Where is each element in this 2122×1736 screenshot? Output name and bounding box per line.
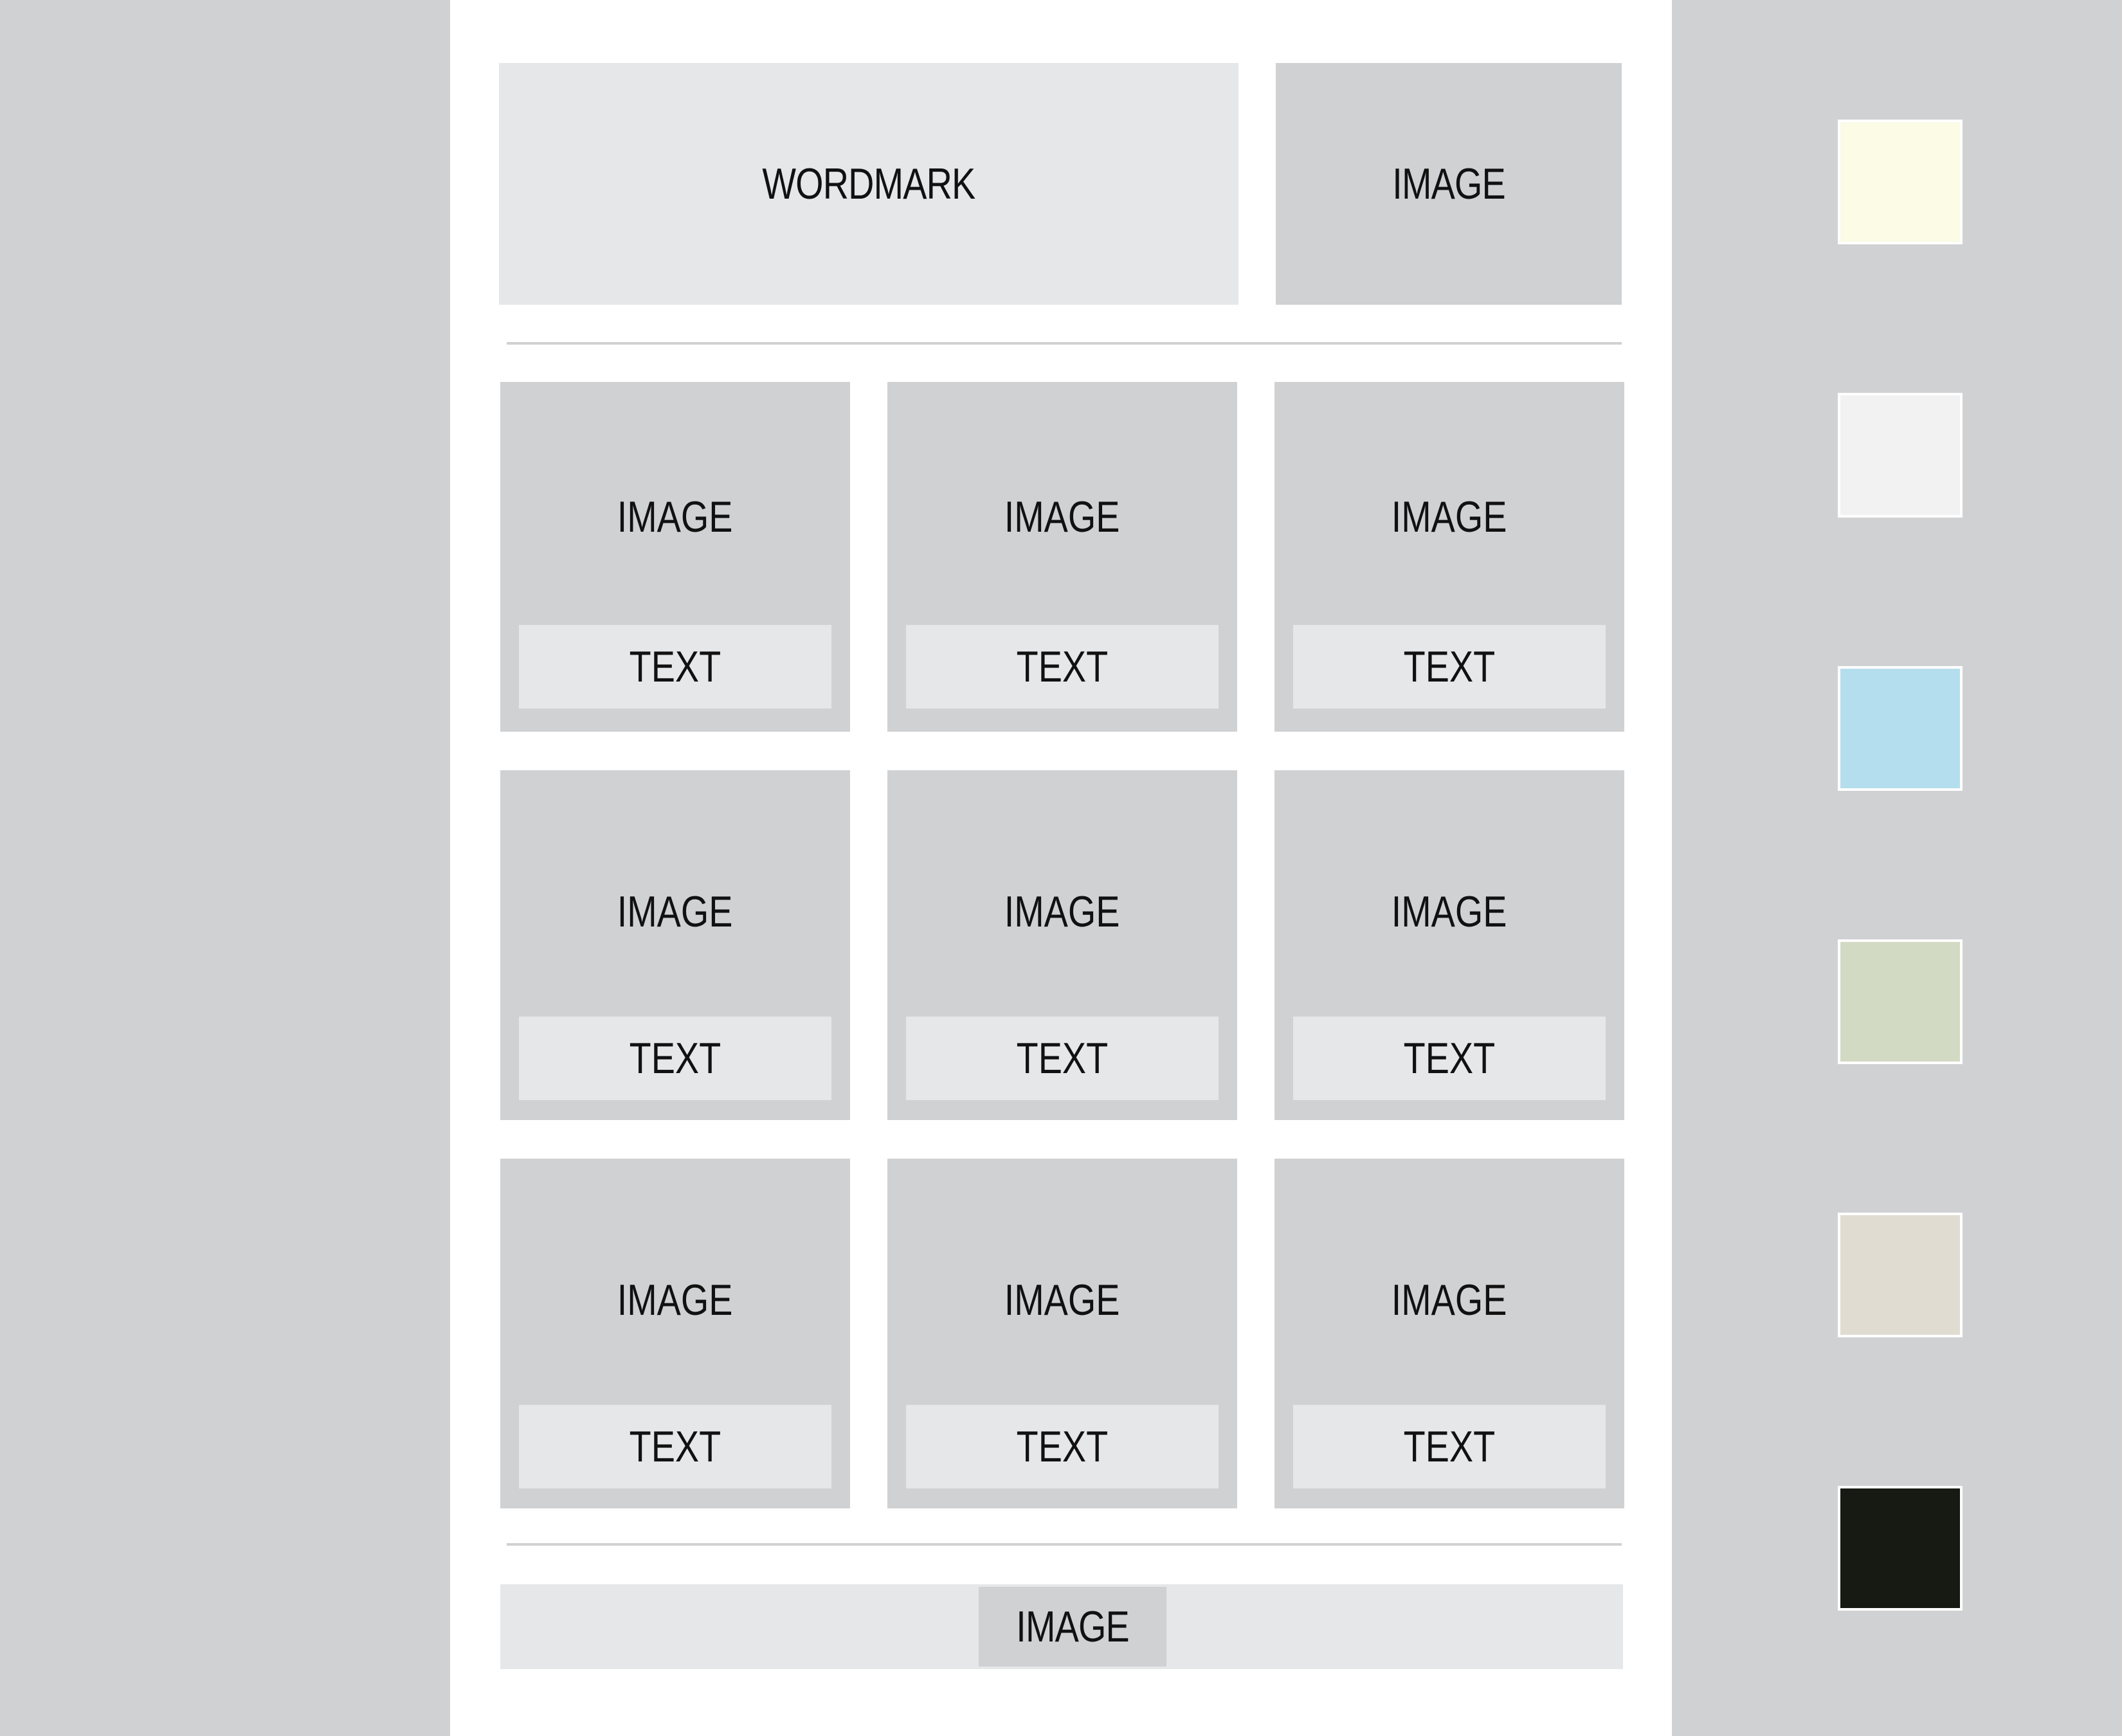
card-text-placeholder: TEXT: [1293, 1405, 1606, 1488]
card-text-label: TEXT: [1016, 642, 1109, 691]
grid-card: IMAGE TEXT: [887, 1159, 1237, 1508]
palette-swatch: [1838, 393, 1963, 518]
card-image-label: IMAGE: [1392, 887, 1507, 936]
card-image-placeholder: IMAGE: [1274, 770, 1624, 1053]
palette-swatch: [1838, 939, 1963, 1064]
card-text-label: TEXT: [1016, 1034, 1109, 1083]
palette-swatch: [1838, 1486, 1963, 1611]
card-text-label: TEXT: [1403, 1034, 1496, 1083]
grid-card: IMAGE TEXT: [887, 382, 1237, 732]
card-image-placeholder: IMAGE: [887, 770, 1237, 1053]
palette-swatch: [1838, 666, 1963, 791]
card-image-label: IMAGE: [1392, 493, 1507, 541]
grid-card: IMAGE TEXT: [500, 770, 850, 1120]
footer-image-placeholder: IMAGE: [979, 1587, 1166, 1667]
palette-swatch: [1838, 120, 1963, 244]
card-image-label: IMAGE: [617, 493, 733, 541]
header-image-label: IMAGE: [1392, 159, 1505, 208]
card-text-placeholder: TEXT: [906, 625, 1219, 709]
footer-image-label: IMAGE: [1016, 1602, 1129, 1651]
card-image-label: IMAGE: [617, 887, 733, 936]
card-image-placeholder: IMAGE: [500, 382, 850, 652]
card-text-label: TEXT: [629, 1034, 721, 1083]
card-text-placeholder: TEXT: [519, 1405, 831, 1488]
card-image-label: IMAGE: [617, 1276, 733, 1325]
card-image-placeholder: IMAGE: [1274, 1159, 1624, 1442]
card-text-label: TEXT: [1403, 642, 1496, 691]
card-text-label: TEXT: [1403, 1422, 1496, 1471]
card-image-placeholder: IMAGE: [887, 1159, 1237, 1442]
bottom-divider: [507, 1543, 1622, 1546]
grid-card: IMAGE TEXT: [1274, 382, 1624, 732]
wordmark-label: WORDMARK: [762, 159, 975, 208]
card-image-placeholder: IMAGE: [1274, 382, 1624, 652]
grid-card: IMAGE TEXT: [500, 1159, 850, 1508]
card-image-placeholder: IMAGE: [500, 1159, 850, 1442]
card-text-label: TEXT: [629, 1422, 721, 1471]
header-image-placeholder: IMAGE: [1276, 63, 1622, 305]
top-divider: [507, 342, 1622, 345]
wordmark-placeholder: WORDMARK: [499, 63, 1238, 305]
card-text-placeholder: TEXT: [906, 1017, 1219, 1100]
grid-card: IMAGE TEXT: [500, 382, 850, 732]
card-text-placeholder: TEXT: [1293, 1017, 1606, 1100]
card-text-label: TEXT: [1016, 1422, 1109, 1471]
grid-card: IMAGE TEXT: [887, 770, 1237, 1120]
grid-card: IMAGE TEXT: [1274, 1159, 1624, 1508]
card-text-placeholder: TEXT: [519, 1017, 831, 1100]
card-image-label: IMAGE: [1392, 1276, 1507, 1325]
card-image-label: IMAGE: [1004, 493, 1120, 541]
card-text-placeholder: TEXT: [906, 1405, 1219, 1488]
grid-card: IMAGE TEXT: [1274, 770, 1624, 1120]
card-text-placeholder: TEXT: [519, 625, 831, 709]
palette-swatch: [1838, 1213, 1963, 1337]
card-image-placeholder: IMAGE: [887, 382, 1237, 652]
card-image-label: IMAGE: [1004, 887, 1120, 936]
card-text-placeholder: TEXT: [1293, 625, 1606, 709]
card-image-label: IMAGE: [1004, 1276, 1120, 1325]
card-text-label: TEXT: [629, 642, 721, 691]
card-image-placeholder: IMAGE: [500, 770, 850, 1053]
